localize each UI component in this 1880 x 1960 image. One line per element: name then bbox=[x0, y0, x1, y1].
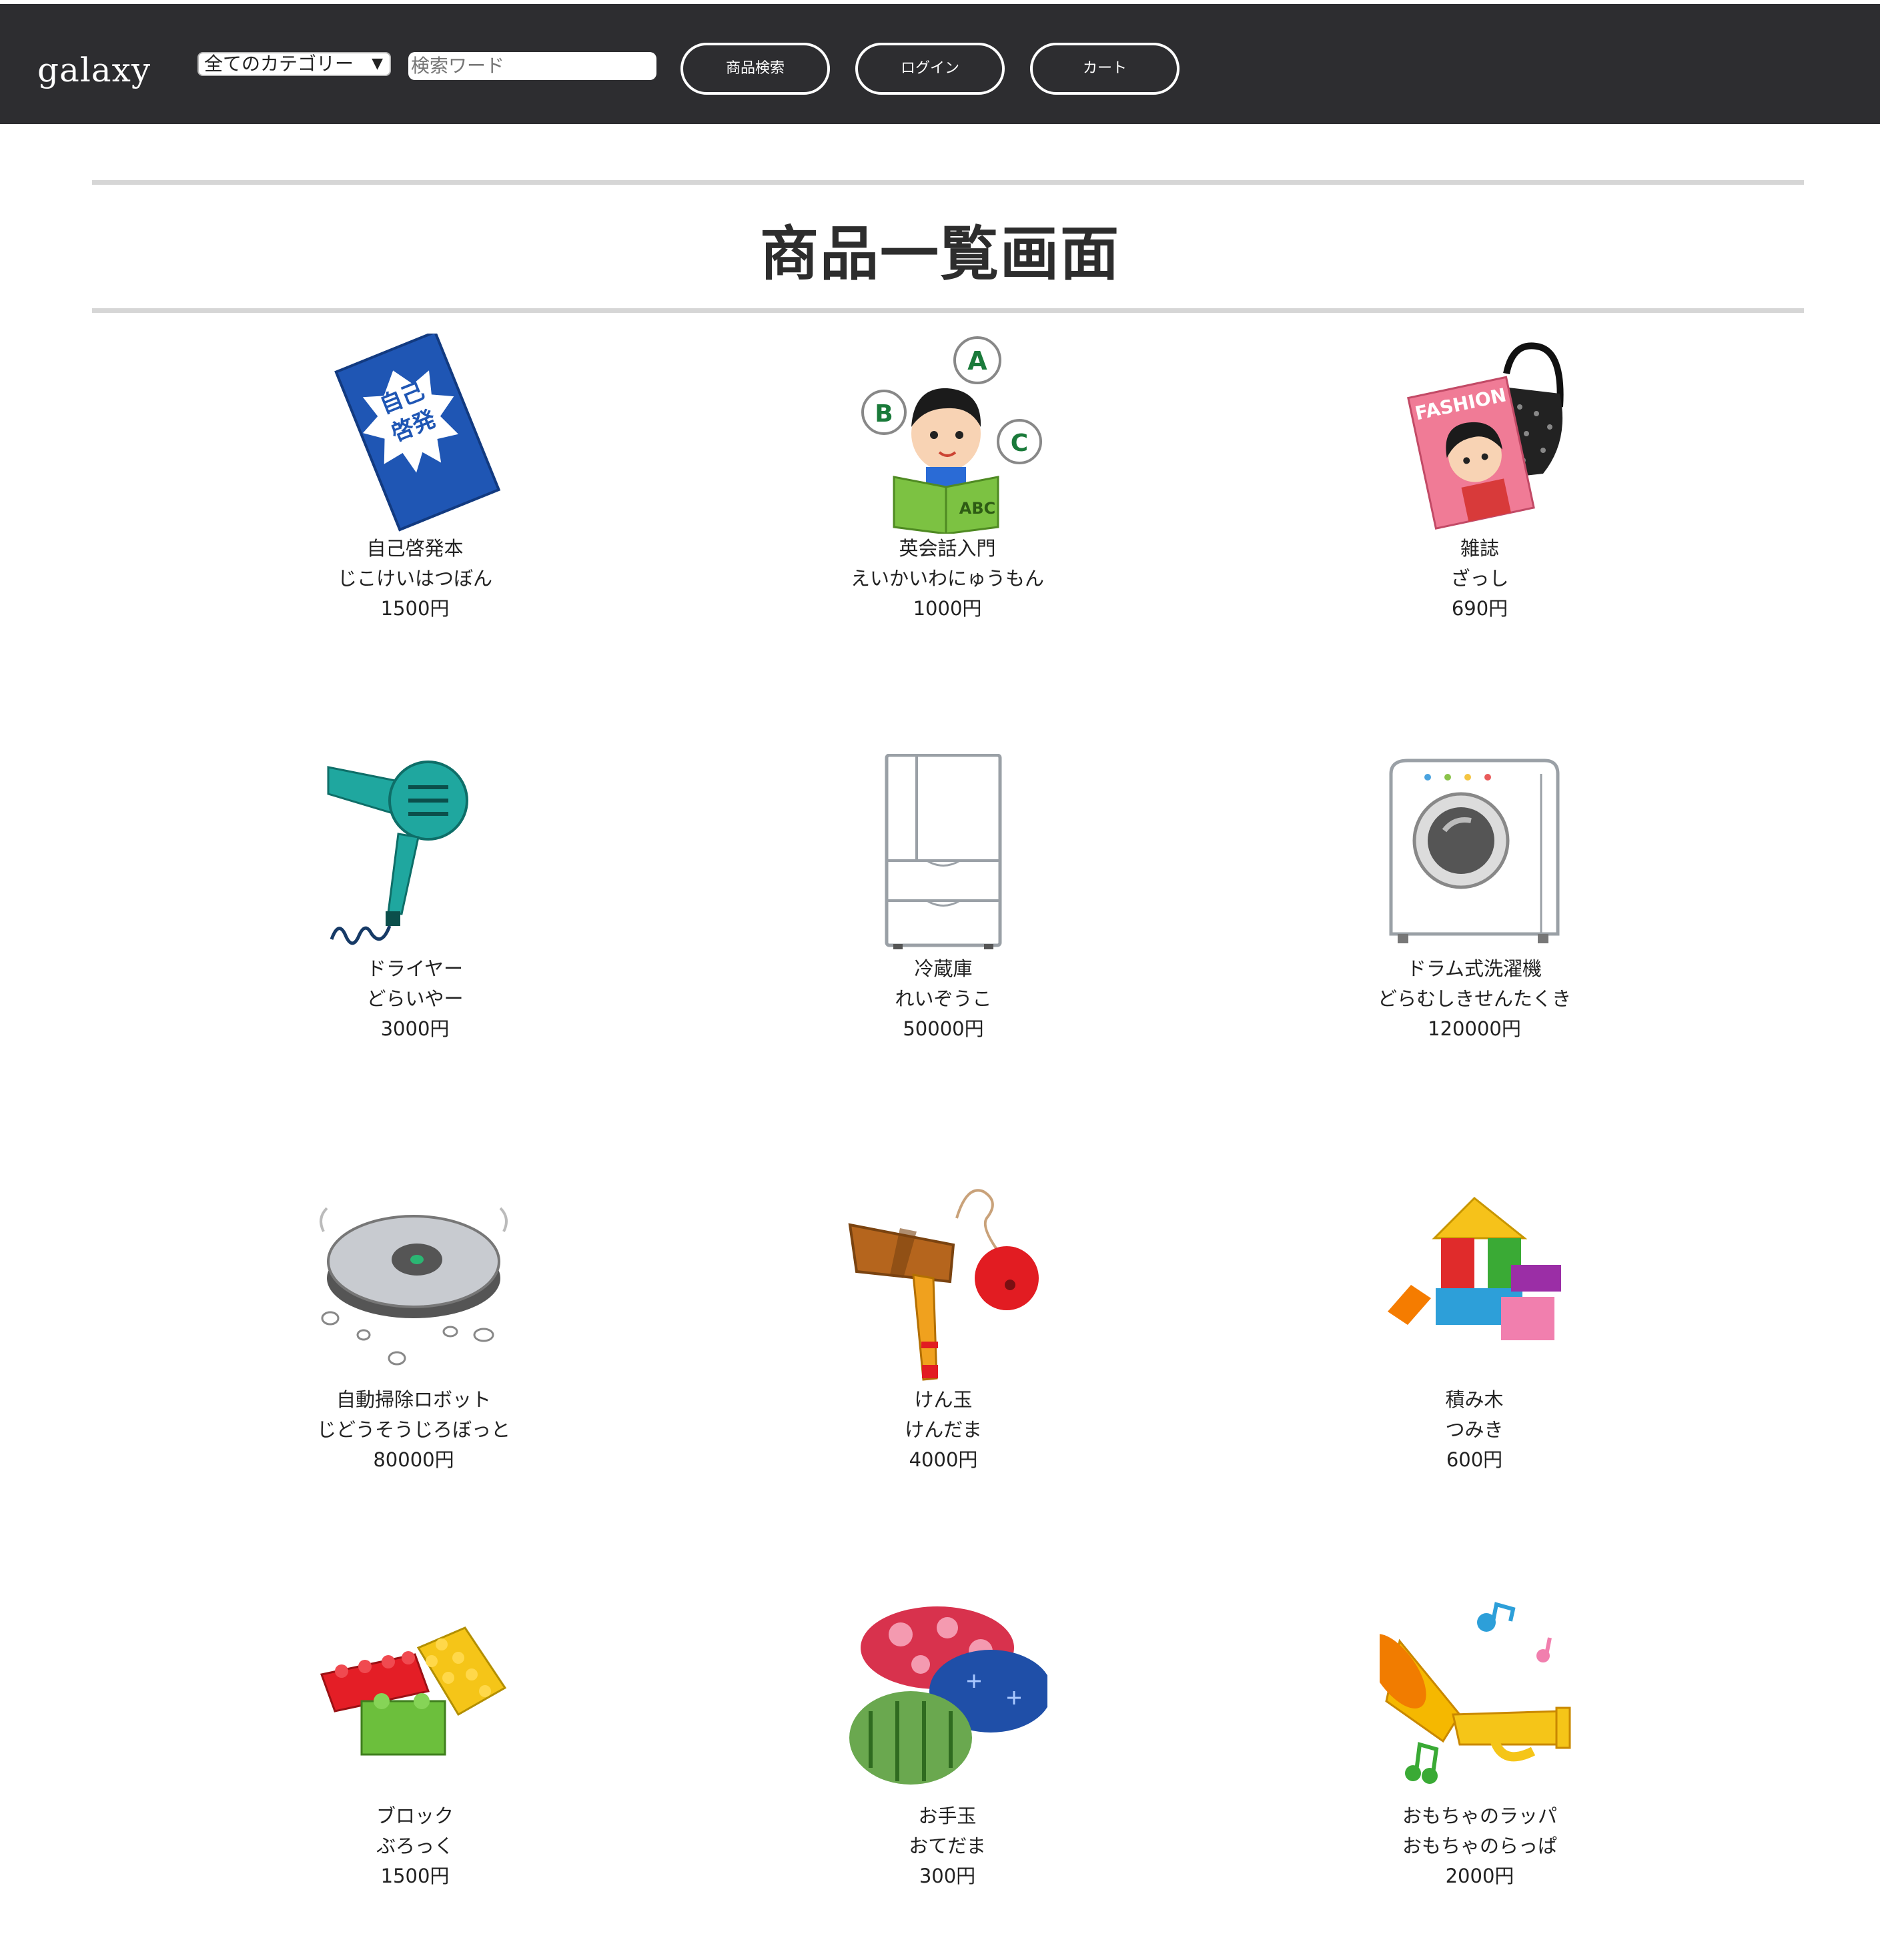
refrigerator-icon[interactable] bbox=[843, 754, 1043, 954]
product-reading: どらむしきせんたくき bbox=[1377, 987, 1571, 1010]
svg-text:B: B bbox=[875, 400, 893, 428]
product-price: 1500円 bbox=[380, 1865, 450, 1887]
product-price: 1500円 bbox=[380, 597, 450, 620]
self-help-book-icon[interactable]: 自己 啓発 bbox=[315, 334, 515, 534]
product-reading: じこけいはつぼん bbox=[337, 567, 492, 590]
product-name[interactable]: ブロック bbox=[228, 1801, 602, 1831]
product-card[interactable]: ドライヤー どらいやー 3000円 bbox=[228, 754, 602, 1044]
building-blocks-icon[interactable] bbox=[1374, 1185, 1574, 1385]
product-price: 50000円 bbox=[903, 1017, 984, 1040]
product-name[interactable]: 自動掃除ロボット bbox=[227, 1385, 600, 1415]
product-reading: つみき bbox=[1445, 1418, 1504, 1441]
product-card[interactable]: FASHION 雑誌 ざっし 690円 bbox=[1293, 334, 1667, 624]
product-price: 600円 bbox=[1446, 1448, 1503, 1471]
product-price: 2000円 bbox=[1445, 1865, 1514, 1887]
product-price: 1000円 bbox=[913, 597, 982, 620]
product-grid: 自己 啓発 自己啓発本 じこけいはつぼん 1500円 A B C ABC 英会話… bbox=[0, 0, 1880, 1960]
product-reading: じどうそうじろぼっと bbox=[316, 1418, 510, 1441]
product-name[interactable]: 英会話入門 bbox=[761, 534, 1134, 564]
product-card[interactable]: けん玉 けんだま 4000円 bbox=[757, 1185, 1130, 1475]
product-name[interactable]: ドライヤー bbox=[228, 954, 602, 984]
product-name[interactable]: おもちゃのラッパ bbox=[1293, 1801, 1667, 1831]
product-reading: おてだま bbox=[909, 1835, 986, 1857]
hair-dryer-icon[interactable] bbox=[315, 754, 515, 954]
product-card[interactable]: A B C ABC 英会話入門 えいかいわにゅうもん 1000円 bbox=[761, 334, 1134, 624]
magazine-icon[interactable]: FASHION bbox=[1380, 334, 1580, 534]
toy-trumpet-icon[interactable] bbox=[1380, 1601, 1580, 1801]
product-price: 690円 bbox=[1451, 597, 1508, 620]
product-price: 4000円 bbox=[909, 1448, 978, 1471]
product-price: 120000円 bbox=[1428, 1017, 1521, 1040]
washing-machine-icon[interactable] bbox=[1374, 754, 1574, 954]
product-price: 300円 bbox=[919, 1865, 976, 1887]
product-card[interactable]: ブロック ぶろっく 1500円 bbox=[228, 1601, 602, 1891]
product-reading: どらいやー bbox=[366, 987, 464, 1010]
product-reading: おもちゃのらっぱ bbox=[1402, 1835, 1557, 1857]
product-card[interactable]: ドラム式洗濯機 どらむしきせんたくき 120000円 bbox=[1288, 754, 1661, 1044]
beanbags-icon[interactable] bbox=[847, 1601, 1047, 1801]
svg-text:C: C bbox=[1011, 430, 1028, 457]
product-card[interactable]: おもちゃのラッパ おもちゃのらっぱ 2000円 bbox=[1293, 1601, 1667, 1891]
product-card[interactable]: 積み木 つみき 600円 bbox=[1288, 1185, 1661, 1475]
product-name[interactable]: お手玉 bbox=[761, 1801, 1134, 1831]
product-price: 3000円 bbox=[380, 1017, 450, 1040]
product-name[interactable]: 雑誌 bbox=[1293, 534, 1667, 564]
product-reading: れいぞうこ bbox=[895, 987, 992, 1010]
robot-vacuum-icon[interactable] bbox=[314, 1185, 514, 1385]
product-card[interactable]: お手玉 おてだま 300円 bbox=[761, 1601, 1134, 1891]
toy-bricks-icon[interactable] bbox=[315, 1601, 515, 1801]
product-reading: ぶろっく bbox=[376, 1835, 454, 1857]
product-name[interactable]: けん玉 bbox=[757, 1385, 1130, 1415]
svg-text:A: A bbox=[967, 346, 987, 376]
english-study-icon[interactable]: A B C ABC bbox=[847, 334, 1047, 534]
product-name[interactable]: ドラム式洗濯機 bbox=[1288, 954, 1661, 984]
product-card[interactable]: 冷蔵庫 れいぞうこ 50000円 bbox=[757, 754, 1130, 1044]
product-reading: ざっし bbox=[1450, 567, 1509, 590]
product-price: 80000円 bbox=[373, 1448, 454, 1471]
product-card[interactable]: 自動掃除ロボット じどうそうじろぼっと 80000円 bbox=[227, 1185, 600, 1475]
svg-text:ABC: ABC bbox=[959, 499, 995, 518]
product-reading: えいかいわにゅうもん bbox=[850, 567, 1044, 590]
product-name[interactable]: 自己啓発本 bbox=[228, 534, 602, 564]
product-reading: けんだま bbox=[905, 1418, 982, 1441]
product-card[interactable]: 自己 啓発 自己啓発本 じこけいはつぼん 1500円 bbox=[228, 334, 602, 624]
kendama-icon[interactable] bbox=[843, 1185, 1043, 1385]
product-name[interactable]: 積み木 bbox=[1288, 1385, 1661, 1415]
product-name[interactable]: 冷蔵庫 bbox=[757, 954, 1130, 984]
